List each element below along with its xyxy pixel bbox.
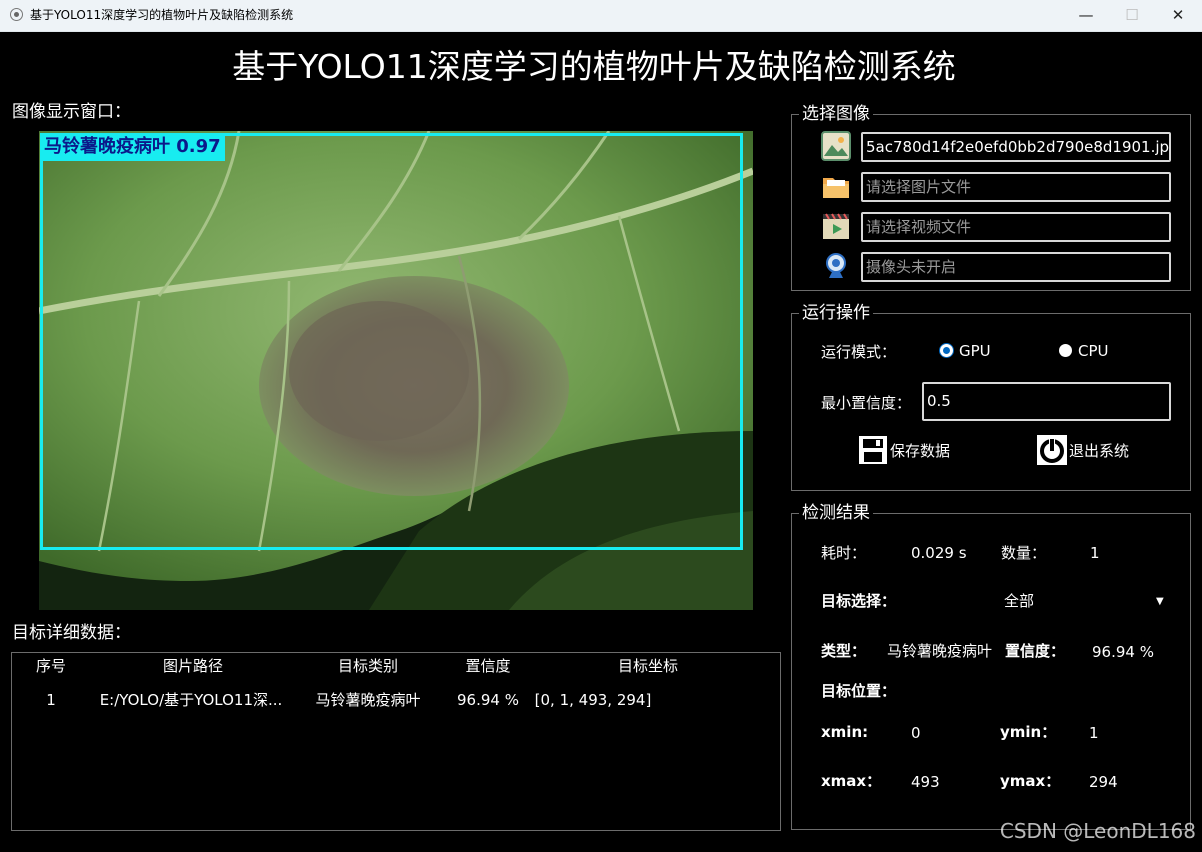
run-mode-label: 运行模式： (821, 343, 897, 361)
app-title: 基于YOLO11深度学习的植物叶片及缺陷检测系统 (232, 47, 956, 86)
column-header-index[interactable]: 序号 (26, 656, 76, 676)
xmin-value: 0 (911, 724, 921, 742)
result-legend: 检测结果 (799, 502, 873, 524)
gpu-radio[interactable] (940, 344, 953, 357)
result-confidence-value: 96.94 % (1092, 643, 1154, 661)
type-value: 马铃薯晚疫病叶 (887, 642, 993, 660)
count-value: 1 (1090, 544, 1100, 562)
ymin-value: 1 (1089, 724, 1099, 742)
maximize-button[interactable]: ☐ (1109, 0, 1155, 31)
save-icon[interactable] (858, 435, 888, 469)
xmin-label: xmin: (821, 723, 869, 741)
image-icon[interactable] (821, 131, 851, 165)
details-table[interactable]: 序号 图片路径 目标类别 置信度 目标坐标 1 E:/YOLO/基于YOLO11… (11, 652, 781, 831)
target-select-value[interactable]: 全部 (1004, 591, 1034, 611)
image-folder-field[interactable]: 请选择图片文件 (861, 172, 1171, 202)
close-button[interactable]: ✕ (1155, 0, 1201, 31)
column-header-class[interactable]: 目标类别 (308, 656, 428, 676)
video-icon[interactable] (821, 211, 851, 245)
save-button[interactable]: 保存数据 (890, 441, 950, 461)
time-label: 耗时： (821, 544, 867, 562)
app-icon (10, 8, 23, 21)
image-display: 马铃薯晚疫病叶 0.97 (39, 131, 753, 610)
column-header-path[interactable]: 图片路径 (133, 656, 253, 676)
cell-class: 马铃薯晚疫病叶 (315, 691, 421, 709)
camera-icon[interactable] (823, 252, 849, 284)
xmax-value: 493 (911, 773, 940, 791)
target-select-label: 目标选择： (821, 592, 897, 610)
camera-field[interactable]: 摄像头未开启 (861, 252, 1171, 282)
column-header-confidence[interactable]: 置信度 (450, 656, 526, 676)
time-value: 0.029 s (911, 544, 967, 562)
run-legend: 运行操作 (799, 302, 873, 324)
column-header-coords[interactable]: 目标坐标 (588, 656, 708, 676)
power-icon[interactable] (1037, 435, 1067, 469)
cpu-radio[interactable] (1059, 344, 1072, 357)
confidence-label: 最小置信度： (821, 394, 912, 412)
gpu-radio-label[interactable]: GPU (959, 341, 991, 361)
type-label: 类型： (821, 642, 867, 660)
watermark: CSDN @LeonDL168 (999, 819, 1196, 843)
video-file-field[interactable]: 请选择视频文件 (861, 212, 1171, 242)
count-label: 数量： (1001, 544, 1047, 562)
folder-icon[interactable] (821, 172, 851, 206)
minimize-button[interactable]: — (1063, 0, 1109, 31)
xmax-label: xmax： (821, 772, 882, 790)
ymin-label: ymin： (1000, 723, 1057, 741)
cpu-radio-label[interactable]: CPU (1078, 341, 1109, 361)
confidence-input[interactable]: 0.5 (922, 382, 1171, 421)
detection-box (40, 133, 743, 550)
image-panel-label: 图像显示窗口： (12, 102, 131, 122)
position-label: 目标位置： (821, 682, 897, 700)
ymax-value: 294 (1089, 773, 1118, 791)
cell-coords: [0, 1, 493, 294] (534, 691, 652, 709)
cell-index: 1 (46, 691, 56, 709)
chevron-down-icon[interactable]: ▼ (1156, 596, 1164, 607)
detection-label: 马铃薯晚疫病叶 0.97 (40, 133, 225, 161)
exit-button[interactable]: 退出系统 (1069, 441, 1129, 461)
cell-confidence: 96.94 % (457, 691, 519, 709)
cell-path: E:/YOLO/基于YOLO11深... (99, 691, 283, 709)
result-confidence-label: 置信度： (1005, 642, 1066, 660)
details-label: 目标详细数据： (12, 623, 131, 643)
image-file-field[interactable]: 5ac780d14f2e0efd0bb2d790e8d1901.jpg (861, 132, 1171, 162)
window-titlebar: 基于YOLO11深度学习的植物叶片及缺陷检测系统 — ☐ ✕ (0, 0, 1202, 32)
ymax-label: ymax： (1000, 772, 1061, 790)
select-image-legend: 选择图像 (799, 103, 873, 125)
window-title: 基于YOLO11深度学习的植物叶片及缺陷检测系统 (30, 8, 294, 22)
